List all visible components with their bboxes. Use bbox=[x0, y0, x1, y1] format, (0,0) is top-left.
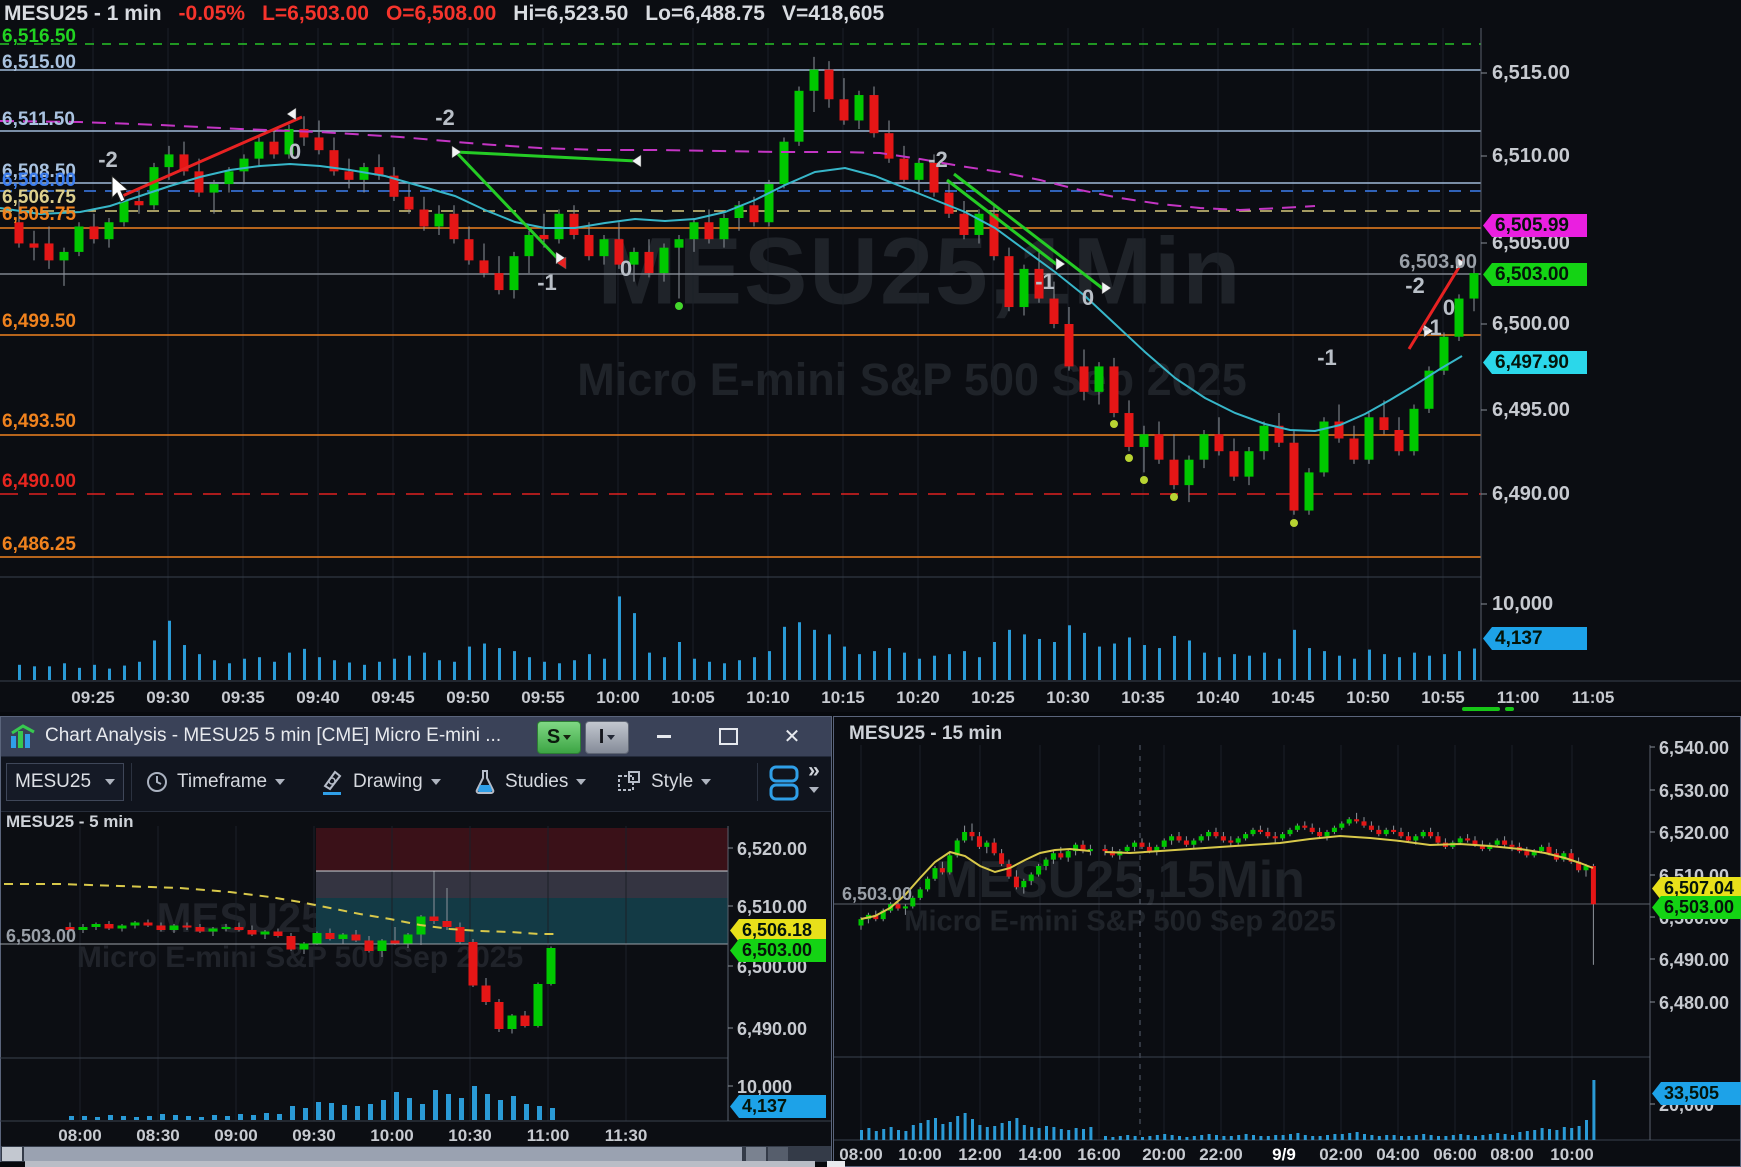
chevron-down-icon bbox=[576, 779, 586, 785]
chevron-down-icon bbox=[809, 787, 819, 793]
top-chart-window[interactable]: MESU25 - 1 min -0.05% L=6,503.00 O=6,508… bbox=[0, 0, 1741, 712]
overflow-chevrons: » bbox=[801, 761, 827, 781]
app-chart-icon bbox=[9, 724, 37, 750]
scrollbar-end-button[interactable] bbox=[768, 1147, 788, 1161]
low-price: Lo=6,488.75 bbox=[645, 2, 765, 26]
minimize-button[interactable] bbox=[641, 719, 687, 753]
chevron-down-icon bbox=[607, 735, 615, 740]
minimize-icon bbox=[657, 735, 671, 738]
change-percent: -0.05% bbox=[179, 2, 246, 26]
open-price: O=6,508.00 bbox=[386, 2, 496, 26]
pane-label-15min: MESU25 - 15 min bbox=[849, 723, 1002, 745]
level-label-15min: 6,503.00 bbox=[842, 884, 912, 904]
symbol-combo[interactable]: MESU25 bbox=[6, 763, 124, 801]
timeframe-menu[interactable]: Timeframe bbox=[145, 763, 285, 801]
clock-icon bbox=[145, 770, 169, 794]
interval-link-button[interactable]: I bbox=[585, 721, 629, 754]
maximize-button[interactable] bbox=[705, 719, 751, 753]
chevron-down-icon bbox=[701, 779, 711, 785]
high-price: Hi=6,523.50 bbox=[513, 2, 628, 26]
i-button-label: I bbox=[599, 726, 605, 749]
symbol-link-button[interactable]: S bbox=[537, 721, 581, 754]
layout-button[interactable] bbox=[767, 765, 801, 806]
resize-corner[interactable] bbox=[827, 1161, 845, 1167]
scrollbar-left-button[interactable] bbox=[2, 1147, 22, 1161]
chevron-down-icon bbox=[431, 779, 441, 785]
style-icon bbox=[617, 770, 643, 794]
toolbar-divider bbox=[757, 763, 758, 801]
chevron-down-icon bbox=[105, 779, 115, 785]
trading-workspace: MESU25 - 1 min -0.05% L=6,503.00 O=6,508… bbox=[0, 0, 1741, 1167]
watermark-description: Micro E-mini S&P 500 Sep 2025 bbox=[577, 354, 1246, 406]
scrollbar-thumb[interactable] bbox=[24, 1147, 742, 1161]
watermark-description-15min: Micro E-mini S&P 500 Sep 2025 bbox=[904, 906, 1335, 939]
s-button-label: S bbox=[547, 726, 560, 749]
volume-total: V=418,605 bbox=[782, 2, 884, 26]
layout-icon bbox=[767, 765, 801, 801]
scrollbar-right-button[interactable] bbox=[746, 1147, 766, 1161]
inchart-level-label: 6,503.00 bbox=[1399, 252, 1477, 272]
timeframe-label: Timeframe bbox=[177, 771, 267, 793]
toolbar-divider bbox=[131, 763, 132, 801]
background-window-edge bbox=[25, 1161, 815, 1167]
style-label: Style bbox=[651, 771, 693, 793]
titlebar[interactable]: Chart Analysis - MESU25 5 min [CME] Micr… bbox=[1, 717, 831, 757]
close-button[interactable]: ✕ bbox=[769, 719, 815, 753]
chart-15min-window[interactable] bbox=[833, 716, 1741, 1167]
close-icon: ✕ bbox=[784, 724, 801, 749]
studies-label: Studies bbox=[505, 771, 568, 793]
watermark-symbol: MESU25,1Min bbox=[598, 218, 1243, 327]
pencil-icon bbox=[319, 768, 345, 796]
symbol-combo-value: MESU25 bbox=[15, 771, 91, 793]
level-label-5min: 6,503.00 bbox=[6, 926, 76, 946]
symbol-interval-label: MESU25 - 1 min bbox=[4, 2, 162, 26]
last-price: L=6,503.00 bbox=[262, 2, 369, 26]
drawing-label: Drawing bbox=[353, 771, 423, 793]
watermark-symbol-5min: MESU25,5 Min bbox=[156, 894, 443, 942]
window-title: Chart Analysis - MESU25 5 min [CME] Micr… bbox=[45, 725, 501, 747]
toolbar-overflow-button[interactable]: » bbox=[801, 761, 827, 793]
chevron-down-icon bbox=[563, 735, 571, 740]
watermark-description-5min: Micro E-mini S&P 500 Sep 2025 bbox=[77, 941, 523, 975]
style-menu[interactable]: Style bbox=[617, 763, 711, 801]
drawing-menu[interactable]: Drawing bbox=[319, 763, 441, 801]
studies-menu[interactable]: Studies bbox=[473, 763, 586, 801]
symbol-header: MESU25 - 1 min -0.05% L=6,503.00 O=6,508… bbox=[4, 2, 884, 26]
watermark-symbol-15min: MESU25,15Min bbox=[935, 850, 1305, 910]
chart-toolbar: MESU25 Timeframe Drawing bbox=[1, 757, 831, 812]
chevron-down-icon bbox=[275, 779, 285, 785]
maximize-icon bbox=[719, 728, 738, 745]
flask-icon bbox=[473, 769, 497, 795]
pane-label-5min: MESU25 - 5 min bbox=[6, 812, 134, 832]
